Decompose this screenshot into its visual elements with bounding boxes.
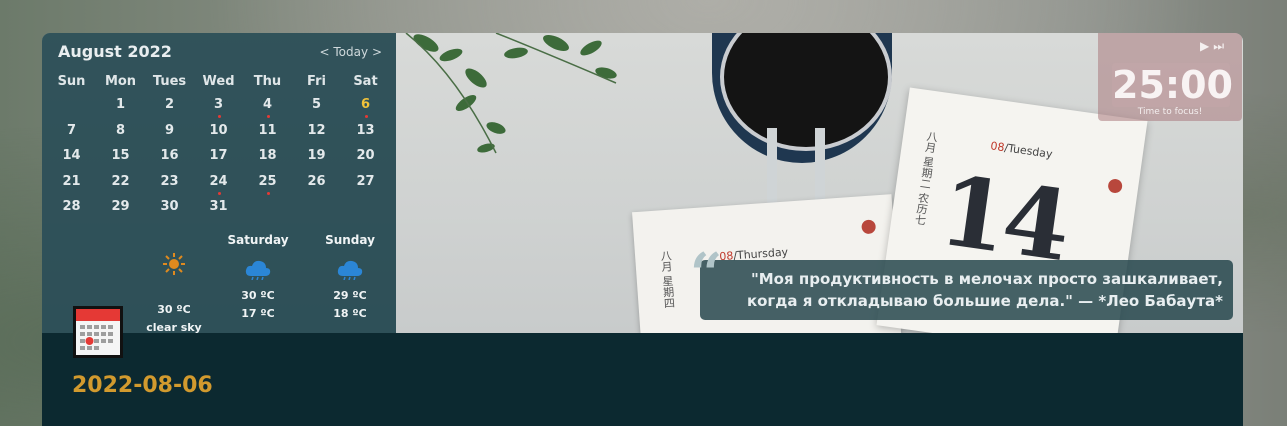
calendar-day[interactable]: 29 bbox=[96, 197, 145, 223]
date-heading: 2022-08-06 bbox=[72, 373, 213, 398]
weekday-header: Tues bbox=[152, 74, 187, 89]
weather-sunday: Sunday 29 ºC 18 ºC bbox=[305, 233, 395, 323]
play-icon[interactable]: ▶ bbox=[1200, 39, 1213, 53]
calendar-day[interactable]: 11 bbox=[243, 121, 292, 147]
calendar-day[interactable]: 16 bbox=[145, 146, 194, 172]
weekday-header: Fri bbox=[307, 74, 326, 89]
calendar-day[interactable]: 18 bbox=[243, 146, 292, 172]
plant-leaves-image bbox=[405, 33, 617, 154]
weather-day-name: Saturday bbox=[227, 233, 289, 247]
calendar-day[interactable]: 31 bbox=[194, 197, 243, 223]
calendar-nav: < Today > bbox=[320, 45, 383, 59]
calendar-day[interactable]: 1 bbox=[96, 95, 145, 121]
calendar-day[interactable]: 19 bbox=[292, 146, 341, 172]
weekday-header: Sat bbox=[353, 74, 378, 89]
calendar-day[interactable]: 5 bbox=[292, 95, 341, 121]
page-date: 08/Tuesday bbox=[989, 139, 1054, 161]
calendar-header: August 2022 < Today > bbox=[58, 42, 382, 62]
event-dot-icon bbox=[217, 191, 221, 195]
event-dot-icon bbox=[364, 115, 368, 118]
calendar-day[interactable]: 24 bbox=[194, 172, 243, 198]
timer-controls: ▶⏭ bbox=[1200, 39, 1228, 54]
calendar-day-today[interactable]: 6 bbox=[341, 95, 390, 121]
calendar-day[interactable]: 22 bbox=[96, 172, 145, 198]
calendar-day[interactable]: 13 bbox=[341, 121, 390, 147]
timer-label: Time to focus! bbox=[1137, 107, 1203, 117]
weekday-header: Wed bbox=[202, 74, 235, 89]
calendar-day[interactable]: 15 bbox=[96, 146, 145, 172]
sun-icon bbox=[129, 251, 219, 277]
calendar-day[interactable]: 14 bbox=[47, 146, 96, 172]
weather-temp-high: 30 ºC bbox=[241, 289, 275, 302]
weather-temp-low: 18 ºC bbox=[333, 307, 367, 320]
calendar-day[interactable]: 8 bbox=[96, 121, 145, 147]
event-dot-icon bbox=[217, 115, 221, 118]
event-dot-icon bbox=[266, 191, 270, 195]
weather-temp: 30 ºC bbox=[157, 303, 191, 316]
weather-day-name: Sunday bbox=[325, 233, 375, 247]
page-side-text: 八月 星期四 bbox=[658, 249, 676, 309]
today-button[interactable]: Today bbox=[333, 45, 368, 59]
banner-photo: 八月 星期四 08/Thursday 八月 星期二 农历七 08/Tuesday… bbox=[42, 33, 1243, 333]
weather-temp-low: 17 ºC bbox=[241, 307, 275, 320]
weather-today: 30 ºC clear sky bbox=[129, 233, 219, 333]
calendar-day[interactable]: 28 bbox=[47, 197, 96, 223]
page-stamp bbox=[861, 219, 877, 235]
calendar-grid: Sun Mon Tues Wed Thu Fri Sat 1 2 3 4 5 6 7 8 9 10 11 12 13 1… bbox=[47, 73, 390, 223]
calendar-day[interactable]: 20 bbox=[341, 146, 390, 172]
weekday-header: Sun bbox=[57, 74, 86, 89]
calendar-day[interactable]: 25 bbox=[243, 172, 292, 198]
calendar-day[interactable]: 17 bbox=[194, 146, 243, 172]
quote-box: “ "Моя продуктивность в мелочах просто з… bbox=[690, 246, 1233, 320]
skip-next-icon[interactable]: ⏭ bbox=[1213, 39, 1228, 53]
weather-desc: clear sky bbox=[146, 321, 202, 333]
calendar-day[interactable]: 4 bbox=[243, 95, 292, 121]
calendar-day[interactable]: 9 bbox=[145, 121, 194, 147]
calendar-app-icon[interactable] bbox=[72, 305, 124, 359]
main-content: 2022-08-06 bbox=[42, 333, 1243, 426]
quote-text: "Моя продуктивность в мелочах просто заш… bbox=[746, 270, 1223, 310]
next-month-button[interactable]: > bbox=[372, 45, 382, 59]
calendar-day[interactable]: 23 bbox=[145, 172, 194, 198]
calendar-day[interactable]: 2 bbox=[145, 95, 194, 121]
calendar-month-title: August 2022 bbox=[58, 42, 172, 61]
weather-day-name bbox=[129, 233, 219, 251]
cloud-rain-icon bbox=[213, 257, 303, 283]
calendar-day[interactable]: 10 bbox=[194, 121, 243, 147]
page-side-text: 八月 星期二 农历七 bbox=[912, 130, 939, 227]
calendar-day[interactable]: 26 bbox=[292, 172, 341, 198]
calendar-day[interactable]: 27 bbox=[341, 172, 390, 198]
calendar-day[interactable]: 30 bbox=[145, 197, 194, 223]
weather-saturday: Saturday 30 ºC 17 ºC bbox=[213, 233, 303, 323]
focus-timer: ▶⏭ 25:00 Time to focus! bbox=[1098, 33, 1242, 121]
calendar-blank-cell bbox=[47, 95, 96, 121]
weekday-header: Thu bbox=[253, 74, 282, 89]
weekday-header: Mon bbox=[104, 74, 137, 89]
new-tab-card: 八月 星期四 08/Thursday 八月 星期二 农历七 08/Tuesday… bbox=[42, 33, 1243, 426]
timer-display[interactable]: 25:00 bbox=[1112, 63, 1233, 107]
calendar-widget: August 2022 < Today > Sun Mon Tues Wed Thu Fr… bbox=[42, 33, 396, 333]
prev-month-button[interactable]: < bbox=[320, 45, 330, 59]
calendar-day[interactable]: 21 bbox=[47, 172, 96, 198]
calendar-day[interactable]: 7 bbox=[47, 121, 96, 147]
calendar-day[interactable]: 3 bbox=[194, 95, 243, 121]
weather-temp-high: 29 ºC bbox=[333, 289, 367, 302]
cloud-rain-icon bbox=[305, 257, 395, 283]
page-stamp bbox=[1107, 178, 1124, 194]
quote-mark-icon: “ bbox=[690, 241, 723, 307]
event-dot-icon bbox=[266, 115, 270, 118]
calendar-day[interactable]: 12 bbox=[292, 121, 341, 147]
